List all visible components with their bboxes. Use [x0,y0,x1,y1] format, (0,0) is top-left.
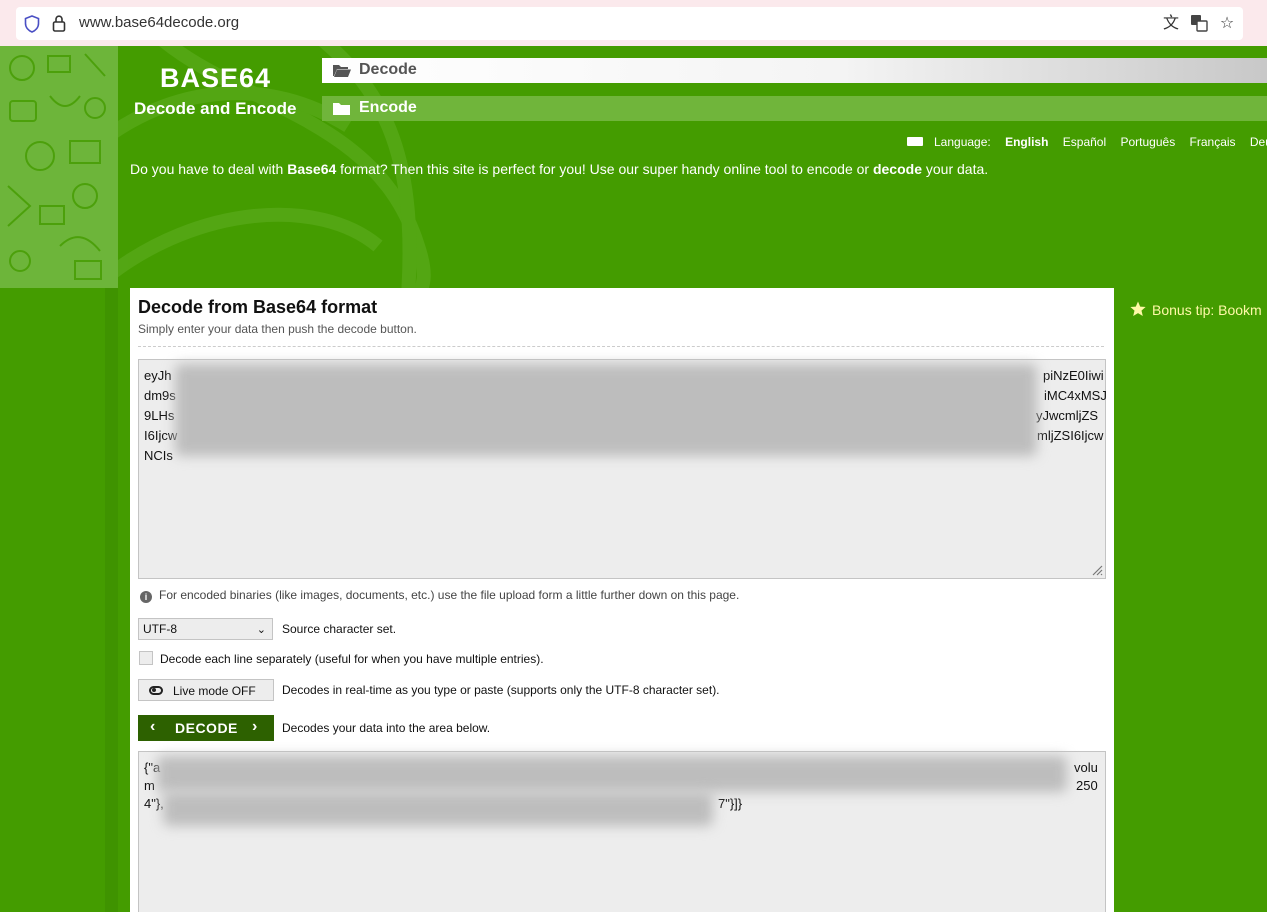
language-english[interactable]: English [1005,135,1048,149]
redacted-blur [163,792,713,826]
nav-encode-label: Encode [359,99,417,116]
logo-title[interactable]: BASE64 [160,63,271,94]
info-icon: i [140,591,152,603]
line-by-line-label[interactable]: Decode each line separately (useful for … [160,652,544,666]
language-icon [907,137,923,147]
logo-subtitle[interactable]: Decode and Encode [134,99,296,119]
lock-icon[interactable] [52,15,66,32]
intro-text: Do you have to deal with Base64 format? … [130,161,989,177]
resize-handle-icon[interactable] [1091,564,1103,576]
nav-decode[interactable]: Decode [322,58,1267,83]
live-mode-label: Live mode OFF [173,684,256,698]
language-espanol[interactable]: Español [1063,135,1106,149]
star-icon [1130,301,1146,316]
translate-page-icon[interactable] [1189,14,1209,34]
language-portugues[interactable]: Português [1120,135,1175,149]
browser-toolbar: www.base64decode.org 文 ☆ [0,0,1267,46]
folder-icon [333,103,350,115]
shield-icon[interactable] [24,15,40,33]
bookmark-star-icon[interactable]: ☆ [1217,14,1237,34]
chevron-left-icon: ‹ [150,718,156,735]
info-note: i For encoded binaries (like images, docu… [140,588,739,603]
decode-panel: Decode from Base64 format Simply enter y… [130,288,1114,912]
line-by-line-checkbox[interactable] [139,651,153,665]
nav-decode-label: Decode [359,61,417,78]
decode-button-label: DECODE [175,720,238,736]
translate-icon[interactable]: 文 [1161,14,1181,34]
live-mode-description: Decodes in real-time as you type or past… [282,683,720,697]
url-text[interactable]: www.base64decode.org [79,14,239,31]
panel-subtitle: Simply enter your data then push the dec… [138,322,417,336]
redacted-blur [175,364,1037,456]
panel-title: Decode from Base64 format [138,297,378,317]
language-label: Language: [934,135,991,149]
language-deutsch[interactable]: Deuts [1250,135,1267,149]
folder-open-icon [333,65,351,77]
output-textarea[interactable]: {"a m 4"}, volu 250 7"}]} [138,751,1106,912]
nav-encode[interactable]: Encode [322,96,1267,121]
bonus-tip: Bonus tip: Bookm [1130,301,1262,318]
toggle-icon [149,686,163,695]
charset-label: Source character set. [282,622,397,636]
divider [138,346,1104,347]
left-sidebar [0,288,118,888]
chevron-right-icon: › [252,718,258,735]
charset-value: UTF-8 [143,622,177,636]
decode-button[interactable]: ‹ DECODE › [138,715,274,741]
decode-description: Decodes your data into the area below. [282,721,491,735]
language-francais[interactable]: Français [1190,135,1236,149]
bonus-tip-text: Bonus tip: Bookm [1152,302,1262,318]
chevron-down-icon: ⌄ [256,624,266,636]
redacted-blur [157,756,1067,792]
input-textarea[interactable]: eyJh dm9s 9LHs I6Ijcw NCIs piNzE0Iiwi iM… [138,359,1107,579]
doodle-pattern [0,46,118,288]
language-bar: Language: English Español Português Fran… [907,135,1267,149]
left-sidebar-edge [105,288,118,912]
info-note-text: For encoded binaries (like images, docum… [159,588,740,602]
live-mode-button[interactable]: Live mode OFF [138,679,274,701]
charset-select[interactable]: UTF-8 ⌄ [138,618,273,640]
page: BASE64 Decode and Encode Decode Encode L… [0,46,1267,912]
